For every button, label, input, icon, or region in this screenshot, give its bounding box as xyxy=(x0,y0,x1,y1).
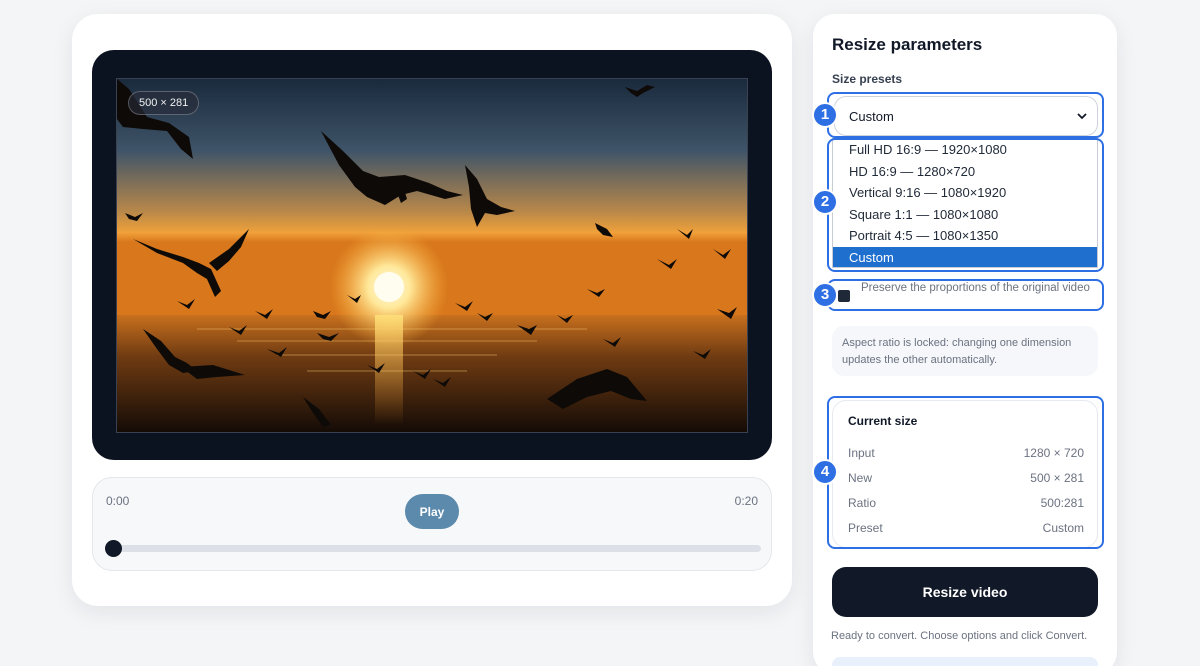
info-strip xyxy=(832,657,1098,666)
highlight-badge-2: 2 xyxy=(812,189,838,215)
aspect-lock-note: Aspect ratio is locked: changing one dim… xyxy=(832,326,1098,376)
seek-thumb[interactable] xyxy=(105,540,122,557)
video-player-card: 500 × 281 0:00 Play 0:20 xyxy=(72,14,792,606)
highlight-badge-3: 3 xyxy=(812,282,838,308)
highlight-badge-1: 1 xyxy=(812,102,838,128)
highlight-box-3 xyxy=(827,279,1104,311)
panel-title: Resize parameters xyxy=(832,35,983,54)
current-time: 0:00 xyxy=(106,494,130,508)
sunset-seagulls-image xyxy=(117,79,747,432)
highlight-box-4 xyxy=(827,396,1104,549)
highlight-box-1 xyxy=(827,92,1104,138)
play-button[interactable]: Play xyxy=(405,494,459,529)
status-text: Ready to convert. Choose options and cli… xyxy=(831,630,1088,642)
highlight-box-2 xyxy=(827,138,1104,272)
resize-video-button[interactable]: Resize video xyxy=(832,567,1098,617)
seek-bar[interactable] xyxy=(105,540,761,557)
duration-time: 0:20 xyxy=(734,494,758,508)
size-presets-label: Size presets xyxy=(832,72,903,86)
video-frame: 500 × 281 xyxy=(92,50,772,460)
playback-controls: 0:00 Play 0:20 xyxy=(92,477,772,571)
highlight-badge-4: 4 xyxy=(812,459,838,485)
video-preview[interactable]: 500 × 281 xyxy=(116,78,748,433)
size-chip: 500 × 281 xyxy=(128,91,200,115)
